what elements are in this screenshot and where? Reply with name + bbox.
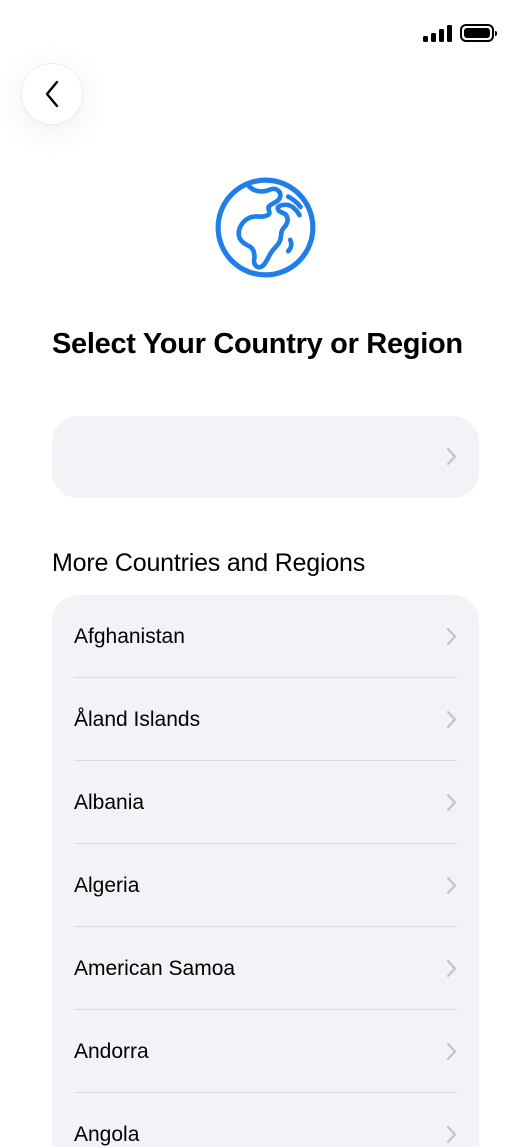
country-label: Afghanistan [74,624,185,648]
list-item-afghanistan[interactable]: Afghanistan [52,595,479,678]
chevron-left-icon [45,80,59,108]
country-label: Åland Islands [74,707,201,731]
battery-icon [460,24,497,42]
globe-icon [215,177,316,278]
country-list: Afghanistan Åland Islands Albania Algeri… [52,595,479,1147]
country-label: Andorra [74,1039,149,1063]
chevron-right-icon [446,876,457,895]
list-item-algeria[interactable]: Algeria [52,844,479,927]
page-title: Select Your Country or Region [52,328,463,360]
chevron-right-icon [446,1125,457,1144]
chevron-right-icon [446,627,457,646]
list-item-angola[interactable]: Angola [52,1093,479,1147]
country-label: Angola [74,1122,140,1146]
chevron-right-icon [446,793,457,812]
chevron-right-icon [446,447,457,466]
list-item-american-samoa[interactable]: American Samoa [52,927,479,1010]
cellular-signal-icon [423,24,452,42]
country-selection-screen: Select Your Country or Region More Count… [0,0,530,1147]
chevron-right-icon [446,1042,457,1061]
chevron-right-icon [446,959,457,978]
country-label: Albania [74,790,145,814]
current-country-row[interactable] [52,416,479,498]
country-label: Algeria [74,873,140,897]
status-bar [423,24,497,42]
list-item-andorra[interactable]: Andorra [52,1010,479,1093]
list-item-albania[interactable]: Albania [52,761,479,844]
section-title: More Countries and Regions [52,549,366,577]
country-label: American Samoa [74,956,236,980]
back-button[interactable] [22,64,82,124]
list-item-aland-islands[interactable]: Åland Islands [52,678,479,761]
chevron-right-icon [446,710,457,729]
